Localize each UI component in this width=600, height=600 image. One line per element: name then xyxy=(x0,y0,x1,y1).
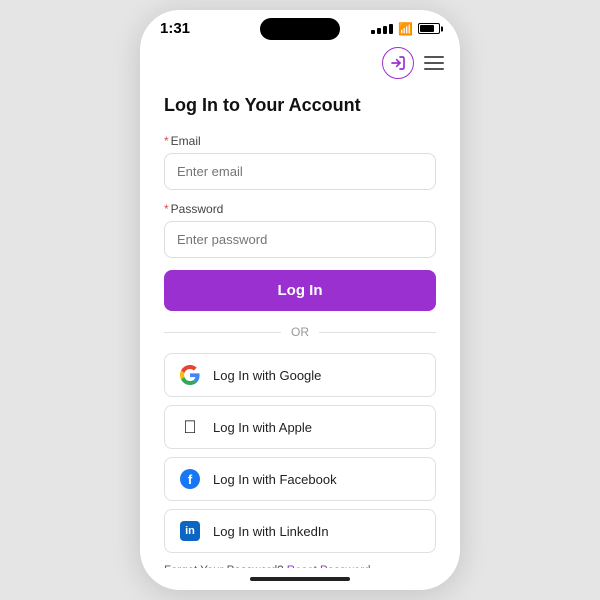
apple-login-label: Log In with Apple xyxy=(213,420,312,435)
email-input[interactable] xyxy=(164,153,436,190)
status-icons: 📶 xyxy=(371,22,440,36)
email-label: *Email xyxy=(164,134,436,148)
login-linkedin-button[interactable]: in Log In with LinkedIn xyxy=(164,509,436,553)
battery-icon xyxy=(418,23,440,34)
home-bar xyxy=(250,577,350,581)
apple-icon:  xyxy=(179,416,201,438)
footer-links: Forgot Your Password? Reset Password Don… xyxy=(164,561,436,568)
password-label: *Password xyxy=(164,202,436,216)
forgot-password-line: Forgot Your Password? Reset Password xyxy=(164,561,436,568)
status-time: 1:31 xyxy=(160,20,190,37)
dynamic-island xyxy=(260,18,340,40)
login-facebook-button[interactable]: f Log In with Facebook xyxy=(164,457,436,501)
or-divider: OR xyxy=(164,325,436,339)
wifi-icon: 📶 xyxy=(398,22,413,36)
phone-frame: 1:31 📶 xyxy=(140,10,460,590)
page-title: Log In to Your Account xyxy=(164,95,436,116)
signal-icon xyxy=(371,24,393,34)
top-bar xyxy=(140,41,460,85)
password-required-star: * xyxy=(164,202,169,216)
linkedin-icon: in xyxy=(179,520,201,542)
google-login-label: Log In with Google xyxy=(213,368,321,383)
divider-line-right xyxy=(319,332,436,333)
status-bar: 1:31 📶 xyxy=(140,10,460,41)
facebook-login-label: Log In with Facebook xyxy=(213,472,337,487)
password-field-group: *Password xyxy=(164,202,436,270)
login-button[interactable]: Log In xyxy=(164,270,436,311)
linkedin-login-label: Log In with LinkedIn xyxy=(213,524,329,539)
google-icon xyxy=(179,364,201,386)
login-icon-button[interactable] xyxy=(382,47,414,79)
email-required-star: * xyxy=(164,134,169,148)
facebook-icon: f xyxy=(179,468,201,490)
main-content: Log In to Your Account *Email *Password … xyxy=(140,85,460,568)
menu-icon[interactable] xyxy=(424,56,444,70)
or-text: OR xyxy=(291,325,309,339)
login-google-button[interactable]: Log In with Google xyxy=(164,353,436,397)
email-field-group: *Email xyxy=(164,134,436,202)
login-apple-button[interactable]:  Log In with Apple xyxy=(164,405,436,449)
password-input[interactable] xyxy=(164,221,436,258)
home-indicator xyxy=(140,568,460,590)
divider-line-left xyxy=(164,332,281,333)
